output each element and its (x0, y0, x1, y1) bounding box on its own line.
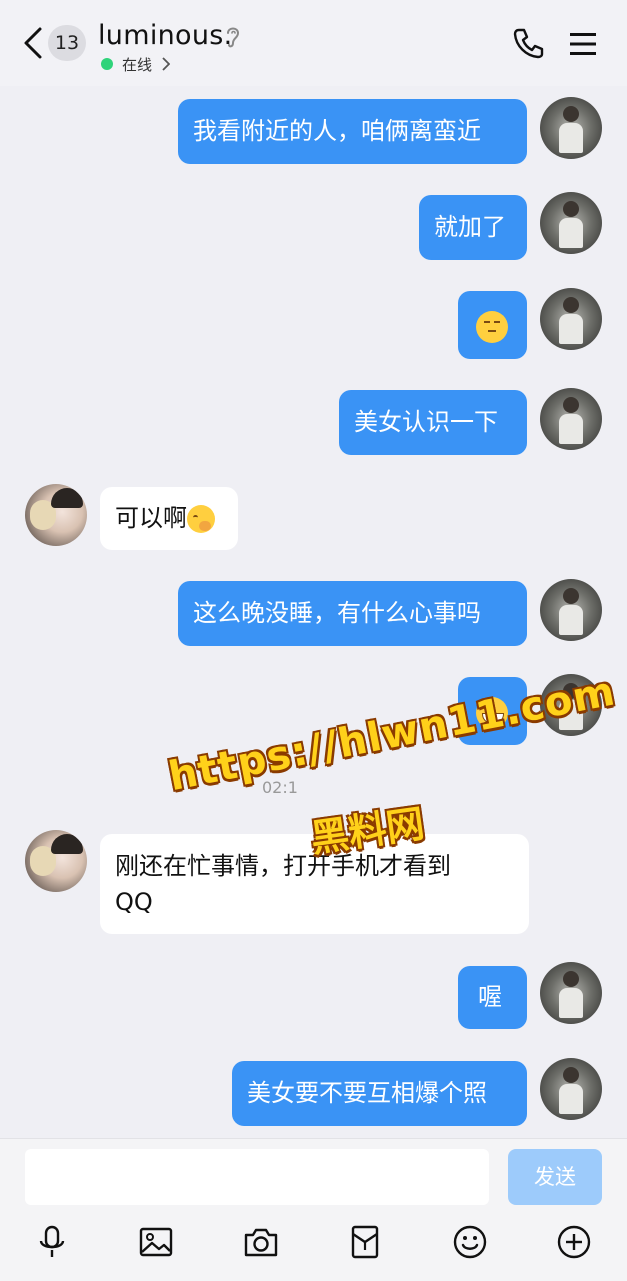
back-arrow-icon[interactable] (22, 26, 44, 60)
message-text: 可以啊 (115, 504, 187, 532)
message-text-line: QQ (115, 888, 153, 916)
emoji-icon[interactable] (452, 1224, 488, 1260)
outgoing-message[interactable]: 这么晚没睡，有什么心事吗 (178, 581, 527, 646)
unread-count-badge[interactable]: 13 (48, 25, 86, 61)
outgoing-message[interactable]: 美女要不要互相爆个照 (232, 1061, 527, 1126)
message-input[interactable] (25, 1149, 489, 1205)
online-status[interactable]: 在线 (101, 54, 171, 74)
contact-name[interactable]: luminous. (98, 20, 233, 51)
my-avatar[interactable] (540, 288, 602, 350)
plus-icon[interactable] (556, 1224, 592, 1260)
ear-icon (227, 27, 240, 48)
outgoing-message[interactable]: 喔 (458, 966, 527, 1029)
my-avatar[interactable] (540, 192, 602, 254)
message-composer: 发送 (0, 1138, 627, 1281)
microphone-icon[interactable] (34, 1224, 70, 1260)
chat-header: 13 luminous. 在线 (0, 0, 627, 86)
online-dot-icon (101, 58, 113, 70)
menu-icon[interactable] (568, 30, 598, 58)
contact-avatar[interactable] (25, 484, 87, 546)
my-avatar[interactable] (540, 962, 602, 1024)
status-text: 在线 (122, 55, 153, 74)
outgoing-message[interactable]: 就加了 (419, 195, 527, 260)
my-avatar[interactable] (540, 97, 602, 159)
outgoing-emoji-message[interactable] (458, 291, 527, 359)
incoming-message[interactable]: 可以啊 (100, 487, 238, 550)
phone-call-icon[interactable] (512, 26, 546, 60)
thinking-face-emoji-icon (187, 505, 215, 533)
camera-icon[interactable] (243, 1224, 279, 1260)
send-button[interactable]: 发送 (508, 1149, 602, 1205)
outgoing-message[interactable]: 美女认识一下 (339, 390, 527, 455)
my-avatar[interactable] (540, 1058, 602, 1120)
smirk-face-emoji-icon (476, 311, 508, 343)
red-packet-icon[interactable] (347, 1224, 383, 1260)
watermark-url: https://hlwn11.com (165, 668, 620, 801)
outgoing-message[interactable]: 我看附近的人，咱俩离蛮近 (178, 99, 527, 164)
chevron-right-icon (162, 57, 171, 71)
my-avatar[interactable] (540, 579, 602, 641)
image-icon[interactable] (138, 1224, 174, 1260)
my-avatar[interactable] (540, 388, 602, 450)
contact-avatar[interactable] (25, 830, 87, 892)
